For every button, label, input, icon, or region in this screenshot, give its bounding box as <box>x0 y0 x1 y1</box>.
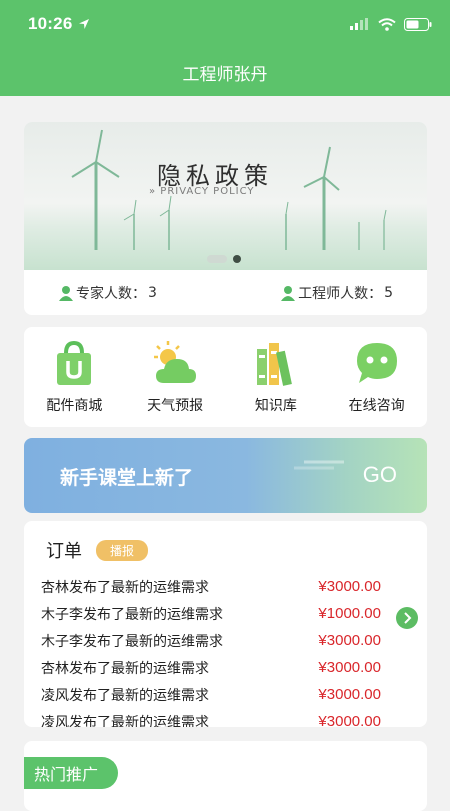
carousel-indicator <box>207 255 241 263</box>
banner-card: 隐私政策 » PRIVACY POLICY 专家人数： 3 工程师人数： 5 <box>24 122 427 315</box>
go-button[interactable]: GO <box>363 462 397 488</box>
carousel-dot-active[interactable] <box>207 255 227 263</box>
menu-item-online-consult[interactable]: 在线咨询 <box>332 339 422 415</box>
list-item[interactable]: 木子李发布了最新的运维需求 ¥1000.00 <box>41 600 381 627</box>
order-broadcast-card: 订单 播报 杏林发布了最新的运维需求 ¥3000.00 木子李发布了最新的运维需… <box>24 521 427 727</box>
page-title: 工程师张丹 <box>182 65 268 85</box>
books-icon <box>256 343 292 386</box>
privacy-policy-banner[interactable]: 隐私政策 » PRIVACY POLICY <box>24 122 427 270</box>
chat-icon <box>356 343 397 383</box>
list-item[interactable]: 凌风发布了最新的运维需求 ¥3000.00 <box>41 708 381 727</box>
expert-count: 专家人数： 3 <box>58 283 157 303</box>
engineer-count: 工程师人数： 5 <box>280 283 393 303</box>
stats-row: 专家人数： 3 工程师人数： 5 <box>24 270 427 315</box>
carousel-dot[interactable] <box>233 255 241 263</box>
list-item[interactable]: 凌风发布了最新的运维需求 ¥3000.00 <box>41 681 381 708</box>
promo-text: 新手课堂上新了 <box>60 467 194 489</box>
order-list: 杏林发布了最新的运维需求 ¥3000.00 木子李发布了最新的运维需求 ¥100… <box>41 573 381 727</box>
list-item[interactable]: 木子李发布了最新的运维需求 ¥3000.00 <box>41 627 381 654</box>
status-bar: 10:26 <box>28 12 432 36</box>
banner-subtitle: » PRIVACY POLICY <box>149 186 255 197</box>
clock: 10:26 <box>28 14 73 33</box>
chevron-right-icon <box>404 612 412 624</box>
broadcast-badge: 播报 <box>96 539 149 561</box>
header: 10:26 工程师张丹 <box>0 0 450 96</box>
order-title: 订单 <box>46 541 82 562</box>
battery-icon <box>404 17 432 31</box>
quick-menu: 配件商城 天气预报 知识库 在线咨询 <box>24 327 427 427</box>
next-button[interactable] <box>396 607 418 629</box>
shopping-bag-icon <box>57 340 92 385</box>
menu-item-parts-mall[interactable]: 配件商城 <box>29 339 119 415</box>
list-item[interactable]: 杏林发布了最新的运维需求 ¥3000.00 <box>41 654 381 681</box>
weather-icon <box>154 341 197 383</box>
location-arrow-icon <box>79 19 90 29</box>
wifi-icon <box>378 17 396 31</box>
menu-item-knowledge[interactable]: 知识库 <box>231 339 321 415</box>
person-icon <box>281 285 296 301</box>
list-item[interactable]: 杏林发布了最新的运维需求 ¥3000.00 <box>41 573 381 600</box>
new-course-banner[interactable]: 新手课堂上新了 GO <box>24 438 427 513</box>
menu-item-weather[interactable]: 天气预报 <box>130 339 220 415</box>
hot-promotion-card: 热门推广 <box>24 741 427 811</box>
signal-icon <box>350 18 368 30</box>
person-icon <box>59 285 73 301</box>
hot-promotion-tag: 热门推广 <box>24 757 118 789</box>
